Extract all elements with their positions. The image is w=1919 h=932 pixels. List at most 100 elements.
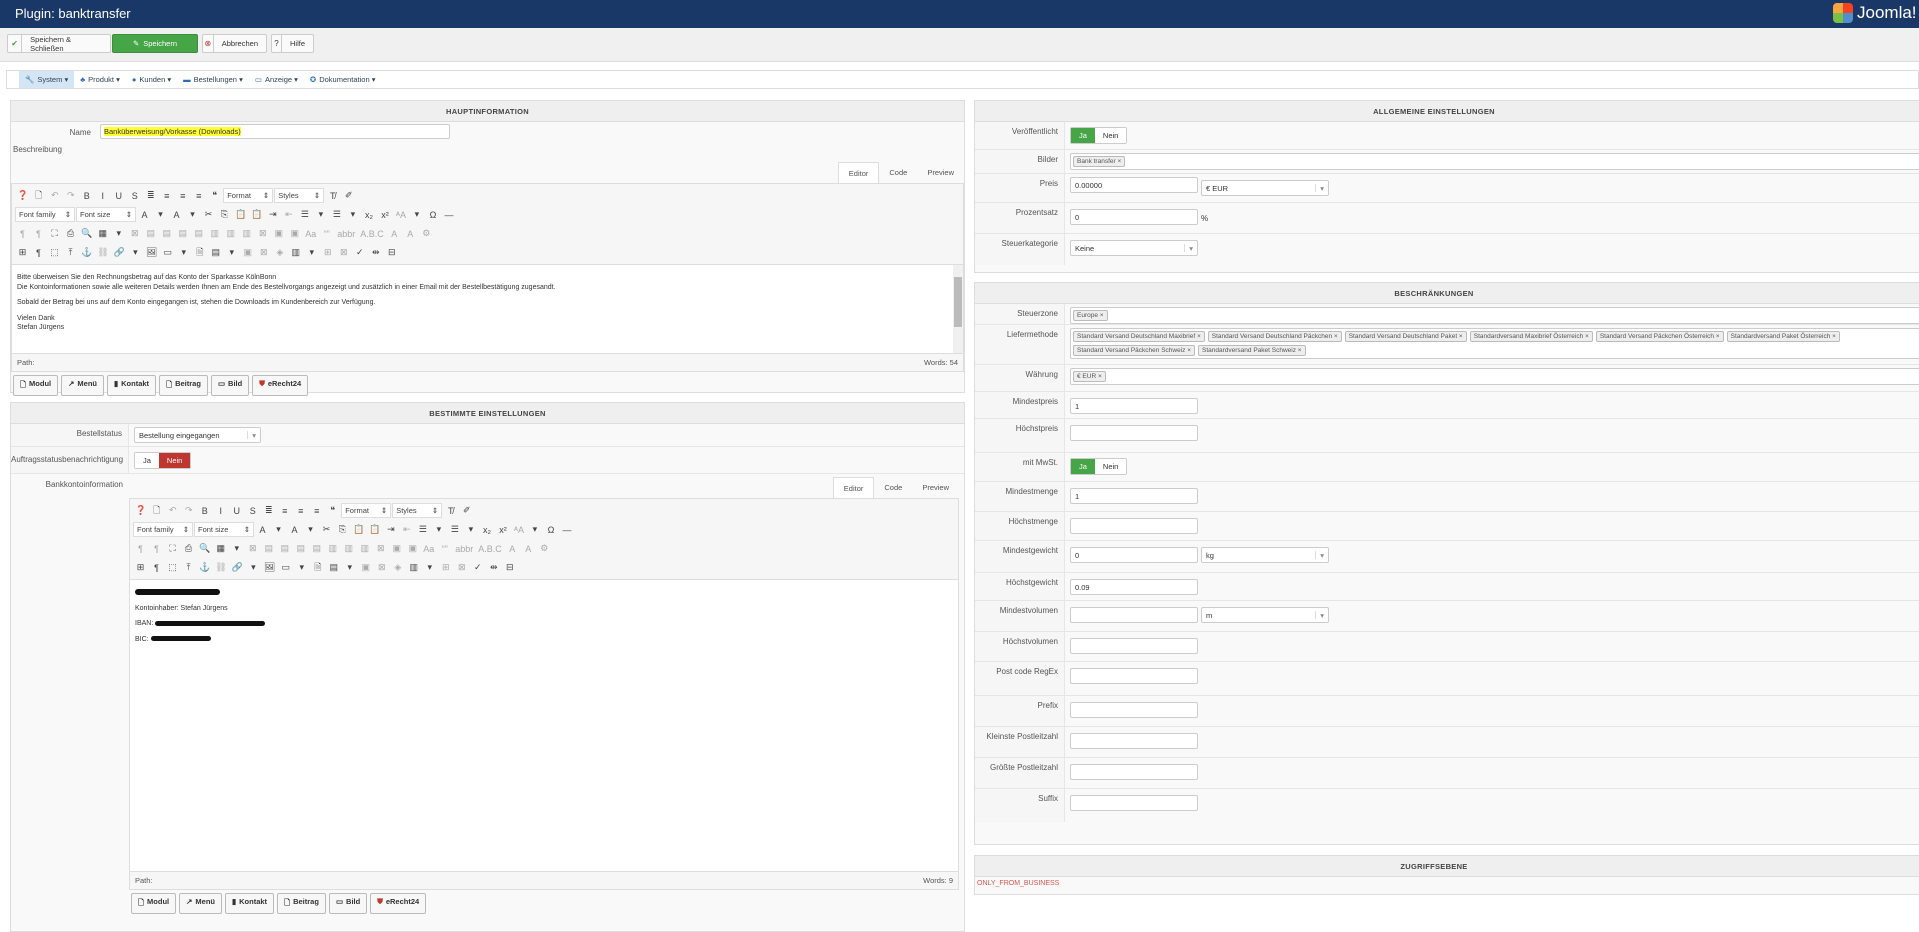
cancel-button[interactable]: ⊗ Abbrechen — [202, 34, 267, 53]
min-price-input[interactable]: 1 — [1070, 398, 1198, 414]
image-icon[interactable]: 🖼 — [144, 244, 159, 261]
image-icon[interactable]: 🖼 — [262, 559, 277, 576]
notify-no[interactable]: Nein — [158, 453, 191, 468]
blockquote-icon[interactable]: ❝ — [207, 187, 222, 204]
menu-documentation[interactable]: ✪ Dokumentation ▾ — [304, 71, 382, 88]
shipping-tag[interactable]: Standard Versand Päckchen Schweiz × — [1073, 345, 1196, 356]
row-icon[interactable]: ▤ — [175, 225, 190, 242]
align-right-icon[interactable]: ≡ — [191, 187, 206, 204]
shipping-tag[interactable]: Standardversand Paket Schweiz × — [1198, 345, 1306, 356]
col-icon[interactable]: ▥ — [357, 540, 372, 557]
strikethrough-icon[interactable]: S — [127, 187, 142, 204]
abbr-icon[interactable]: abbr — [453, 540, 475, 557]
paste-icon[interactable]: 📋 — [233, 206, 248, 223]
cite-icon[interactable]: A — [387, 225, 402, 242]
editor-button-modul[interactable]: 🗋 Modul — [13, 375, 59, 396]
search-icon[interactable]: 🔍 — [79, 225, 94, 242]
delete-icon[interactable]: ⊠ — [454, 559, 469, 576]
layer-icon[interactable]: ▤ — [208, 244, 223, 261]
print-icon[interactable]: ⎙ — [181, 540, 196, 557]
shipping-tag[interactable]: Standard Versand Deutschland Paket × — [1344, 331, 1467, 342]
row-icon[interactable]: ▤ — [277, 540, 292, 557]
pagebreak-icon[interactable]: ⇹ — [486, 559, 501, 576]
row-icon[interactable]: ▤ — [159, 225, 174, 242]
media-icon[interactable]: ▭ — [160, 244, 175, 261]
3d-icon[interactable]: ◈ — [272, 244, 287, 261]
col-icon[interactable]: ▥ — [325, 540, 340, 557]
spellcheck-icon[interactable]: Aa — [303, 225, 318, 242]
align-left-icon[interactable]: ≡ — [293, 502, 308, 519]
tab-preview[interactable]: Preview — [917, 162, 964, 183]
menu-product[interactable]: ♣ Produkt ▾ — [74, 71, 126, 88]
numbered-list-icon[interactable]: ☰ — [297, 206, 312, 223]
print-icon[interactable]: ⎙ — [63, 225, 78, 242]
currency-tag[interactable]: € EUR × — [1073, 371, 1106, 382]
underline-icon[interactable]: U — [111, 187, 126, 204]
split-icon[interactable]: ▣ — [287, 225, 302, 242]
save-button[interactable]: ✎ Speichern — [112, 34, 198, 53]
max-qty-input[interactable] — [1070, 518, 1198, 534]
font-size-select[interactable]: Font size ⇕ — [76, 207, 136, 222]
editor-button-kontakt[interactable]: ▮ Kontakt — [107, 375, 157, 396]
bold-icon[interactable]: B — [79, 187, 94, 204]
order-status-select[interactable]: Bestellung eingegangen ▾ — [134, 427, 261, 443]
3d-icon[interactable]: ◈ — [390, 559, 405, 576]
background-color-icon[interactable]: A — [169, 206, 184, 223]
scrollbar[interactable] — [953, 265, 963, 353]
horizontal-rule-icon[interactable]: — — [559, 521, 574, 538]
ins-icon[interactable]: A — [521, 540, 536, 557]
row-icon[interactable]: ▤ — [293, 540, 308, 557]
nonbreak-icon[interactable]: ⊟ — [384, 244, 399, 261]
cell-icon[interactable]: ⊠ — [127, 225, 142, 242]
clear-format-icon[interactable]: T̸ — [443, 502, 458, 519]
font-case-icon[interactable]: ᴬA — [393, 206, 408, 223]
box-icon[interactable]: ⊠ — [256, 244, 271, 261]
new-document-icon[interactable]: 🗋 — [149, 502, 164, 519]
percent-input[interactable]: 0 — [1070, 209, 1198, 225]
shipping-tag[interactable]: Standard Versand Deutschland Maxibrief × — [1073, 331, 1205, 342]
rtl-icon[interactable]: ¶ — [149, 540, 164, 557]
split-icon[interactable]: ▣ — [405, 540, 420, 557]
shipping-tag[interactable]: Standardversand Maxibrief Österreich × — [1469, 331, 1593, 342]
editor-button-erecht24[interactable]: ⛊ eRecht24 — [252, 375, 309, 396]
merge-icon[interactable]: ▣ — [389, 540, 404, 557]
copy-icon[interactable]: ⎘ — [217, 206, 232, 223]
italic-icon[interactable]: I — [213, 502, 228, 519]
format-select[interactable]: Format ⇕ — [223, 188, 274, 203]
postcode-input[interactable] — [1070, 668, 1198, 684]
bold-icon[interactable]: B — [197, 502, 212, 519]
insert-icon[interactable]: ⊞ — [320, 244, 335, 261]
styles-select[interactable]: Styles ⇕ — [274, 188, 325, 203]
tab-code[interactable]: Code — [874, 477, 912, 498]
doc-icon[interactable]: 🗎 — [310, 559, 325, 576]
template-icon[interactable]: ⬚ — [165, 559, 180, 576]
caret-icon[interactable]: ▾ — [409, 206, 424, 223]
min-weight-input[interactable]: 0 — [1070, 547, 1198, 563]
paint-format-icon[interactable]: ✐ — [341, 187, 356, 204]
row-icon[interactable]: ▤ — [309, 540, 324, 557]
description-content[interactable]: Bitte überweisen Sie den Rechnungsbetrag… — [12, 265, 963, 353]
caret-icon[interactable]: ▾ — [431, 521, 446, 538]
paste-text-icon[interactable]: 📋 — [249, 206, 264, 223]
editor-button-erecht24[interactable]: ⛊ eRecht24 — [370, 893, 427, 914]
tab-editor[interactable]: Editor — [832, 477, 875, 498]
new-document-icon[interactable]: 🗋 — [31, 187, 46, 204]
table-icon[interactable]: ▦ — [95, 225, 110, 242]
caret-icon[interactable]: ▾ — [224, 244, 239, 261]
subscript-icon[interactable]: x₂ — [479, 521, 494, 538]
spellcheck-icon[interactable]: ✓ — [470, 559, 485, 576]
editor-button-bild[interactable]: ▭ Bild — [328, 893, 368, 914]
box-icon[interactable]: ▣ — [240, 244, 255, 261]
strikethrough-icon[interactable]: S — [245, 502, 260, 519]
images-input[interactable]: Bank transfer × — [1070, 153, 1919, 170]
zone-input[interactable]: Europe × — [1070, 307, 1919, 324]
vat-yes[interactable]: Ja — [1071, 459, 1095, 474]
outdent-icon[interactable]: ⇤ — [399, 521, 414, 538]
font-family-select[interactable]: Font family ⇕ — [133, 522, 193, 537]
prefix-input[interactable] — [1070, 702, 1198, 718]
text-color-icon[interactable]: A — [137, 206, 152, 223]
redo-icon[interactable]: ↷ — [63, 187, 78, 204]
caret-icon[interactable]: ▾ — [345, 206, 360, 223]
anchor-icon[interactable]: ⚓ — [79, 244, 94, 261]
published-yes[interactable]: Ja — [1071, 128, 1095, 143]
